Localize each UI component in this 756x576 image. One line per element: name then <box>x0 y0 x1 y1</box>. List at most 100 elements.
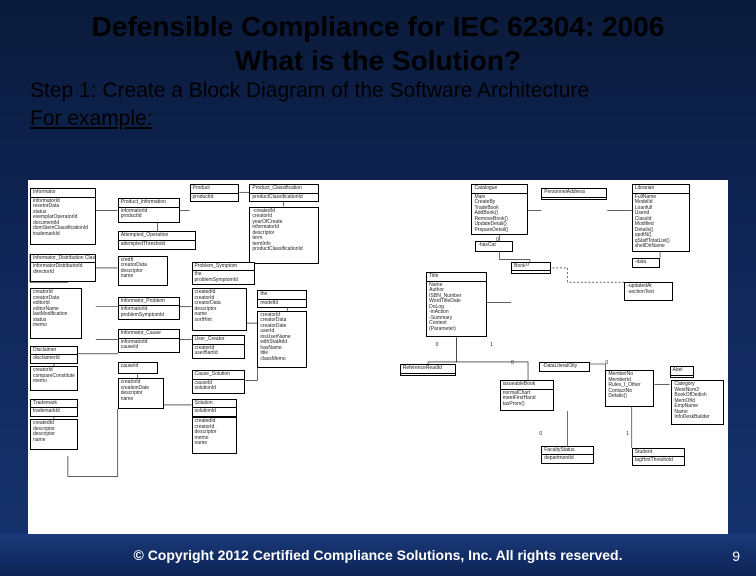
uml-box-informator: InformatorinformatorId resetorData statu… <box>30 188 96 245</box>
uml-box-solution: SolutionsolutionId <box>192 399 238 417</box>
uml-box-body: informatorId problemSymptomId <box>119 306 179 319</box>
uml-box-body: MemberNo MemberId Rules_I_Other ContactN… <box>606 371 653 401</box>
uml-box-solution_detail: createdId creatorId descriptor memo name <box>192 417 238 454</box>
uml-box-header: Solution <box>193 400 237 409</box>
slide-title: Defensible Compliance for IEC 62304: 200… <box>0 0 756 77</box>
uml-box-header: Informator_Problem <box>119 298 179 307</box>
diagram-label: 0 <box>605 360 608 366</box>
uml-box-header: Catalogue <box>472 185 527 194</box>
uml-box-body: creatorId creatorData editorId editorNam… <box>31 289 81 330</box>
uml-box-trademark_detail: createdId descriptor descriptor name <box>30 419 78 450</box>
uml-box-body: -data <box>633 259 659 267</box>
uml-box-header: Product <box>191 185 239 194</box>
uml-box-problem_symptom: Problem_Symptomthe problemSymptomId <box>192 262 256 286</box>
uml-box-body: departmentId <box>542 455 593 463</box>
uml-box-body: creatorId creationDate descriptor name <box>119 379 163 403</box>
diagram-label: 0 <box>436 342 439 348</box>
uml-box-header: Abel <box>671 367 694 376</box>
uml-box-header: Book <box>512 263 550 272</box>
uml-box-body: disclaimerId <box>31 355 77 363</box>
uml-box-model_detail: creatorId creatorData creatorDate userId… <box>257 311 307 368</box>
uml-box-body: informatorDistributorId directorId <box>31 263 95 276</box>
page-number: 9 <box>732 548 740 564</box>
uml-box-the_model: themodelId <box>257 290 307 308</box>
uml-box-referencereadid: ReferenceReadId <box>400 364 457 376</box>
diagram-label: 0 <box>526 262 529 268</box>
uml-box-body: Category WestNom2 BookOfDedish MemOfId E… <box>672 381 723 422</box>
uml-box-header: Librarian <box>633 185 689 194</box>
uml-box-user_creator: User_CreatorcreatorId userBartId <box>192 335 246 359</box>
uml-box-header: Cause_Solution <box>193 371 245 380</box>
uml-box-librarian: LibrarianFullName ModelId Loanfull Useri… <box>632 184 690 252</box>
diagram-label: 0 <box>539 431 542 437</box>
uml-box-updtd: -updatedAt -sectionText <box>624 282 673 300</box>
uml-box-header: Product_Classification <box>250 185 318 194</box>
diagram-label: 0 <box>496 237 499 243</box>
uml-box-symptom_detail: createdId creatorId creatorData descript… <box>192 288 248 331</box>
uml-box-body: informatorId productId <box>119 208 179 221</box>
uml-box-header: Informator <box>31 189 95 198</box>
uml-box-product_information: Product_InformationinformatorId productI… <box>118 198 180 223</box>
uml-box-cred_block: credIt creatorData descriptor name <box>118 256 168 287</box>
step-text: Step 1: Create a Block Diagram of the So… <box>0 77 756 103</box>
uml-box-student: StudenttagHintThreshold <box>632 448 685 466</box>
uml-box-dash: -data <box>632 258 660 268</box>
uml-box-body: normalChart meetFirstHand taxProm() <box>501 390 554 409</box>
uml-box-header: Problem_Symptom <box>193 263 255 272</box>
diagram-right: CatalogueMain CreateBy TradeBook AddBook… <box>379 180 728 548</box>
uml-box-body: createdId creatorId descriptor memo name <box>193 418 237 448</box>
uml-box-body: Main CreateBy TradeBook AddBook() Remove… <box>472 194 527 235</box>
uml-box-body: trademarkId <box>31 408 77 416</box>
uml-box-catalogue: CatalogueMain CreateBy TradeBook AddBook… <box>471 184 528 235</box>
uml-box-cause: causeId <box>118 362 158 374</box>
uml-box-attempted_operation: Attempted_OperationattemptedThreshold <box>118 231 196 249</box>
uml-box-disclaimer: DisclaimerdisclaimerId <box>30 346 78 364</box>
uml-box-distribution_details: creatorId creatorData editorId editorNam… <box>30 288 82 339</box>
uml-box-abel: Abel <box>670 366 695 378</box>
uml-box-header: Informator_Distribution Classification <box>31 255 95 264</box>
diagram-label: 1 <box>490 342 493 348</box>
uml-box-issueablebook: issueableBooknormalChart meetFirstHand t… <box>500 380 555 411</box>
uml-box-body: Name Author ISBN_Number WordTitleDate Do… <box>427 282 485 334</box>
uml-box-cause_solution: Cause_SolutioncauseId solutionId <box>192 370 246 394</box>
uml-box-body: attemptedThreshold <box>119 241 195 249</box>
uml-box-header: the <box>258 291 306 300</box>
uml-box-facultystatus: FacultyStatusdepartmentId <box>541 446 594 464</box>
uml-box-informator_cause: Informator_CauseinformatorId causeId <box>118 329 180 353</box>
uml-box-body: -updatedAt -sectionText <box>625 283 672 296</box>
uml-box-body: -hasCat <box>476 242 512 250</box>
uml-box-body: -createdId creatorId yearOfCreate inform… <box>250 208 318 254</box>
uml-box-title_box: TitleName Author ISBN_Number WordTitleDa… <box>426 272 486 337</box>
uml-box-body: creatorId compareConstitute memo <box>31 367 77 386</box>
footer-bar: © Copyright 2012 Certified Compliance So… <box>0 534 756 576</box>
diagram-label: 1 <box>626 431 629 437</box>
uml-box-header: User_Creator <box>193 336 245 345</box>
uml-box-body: the problemSymptomId <box>193 271 255 284</box>
uml-box-body: informatorId resetorData status exemplar… <box>31 198 95 239</box>
uml-box-body: createdId descriptor descriptor name <box>31 420 77 444</box>
diagram-area: InformatorinformatorId resetorData statu… <box>28 180 728 548</box>
uml-box-body: credIt creatorData descriptor name <box>119 257 167 281</box>
uml-box-hascat: -hasCat <box>475 241 513 251</box>
uml-box-member: MemberNo MemberId Rules_I_Other ContactN… <box>605 370 654 407</box>
uml-box-product_classification: Product_ClassificationproductClassificat… <box>249 184 319 202</box>
uml-box-body: productId <box>191 194 239 202</box>
uml-box-body: createdId creatorId creatorData descript… <box>193 289 247 324</box>
uml-box-disclaimer_detail: creatorId compareConstitute memo <box>30 366 78 391</box>
uml-box-body: modelId <box>258 300 306 308</box>
uml-box-header: FacultyStatus <box>542 447 593 456</box>
uml-box-product: ProductproductId <box>190 184 240 202</box>
footer-text: © Copyright 2012 Certified Compliance So… <box>133 547 622 564</box>
uml-box-body: creatorId userBartId <box>193 345 245 358</box>
uml-box-book: Book <box>511 262 551 274</box>
uml-box-header: Title <box>427 273 485 282</box>
uml-box-header: Product_Information <box>119 199 179 208</box>
uml-box-body: causeId <box>119 363 157 371</box>
example-label: For example: <box>0 103 756 131</box>
uml-box-header: ReferenceReadId <box>401 365 456 374</box>
uml-box-informator_problem: Informator_ProbleminformatorId problemSy… <box>118 297 180 321</box>
uml-box-header: Trademark <box>31 400 77 409</box>
uml-box-header: Student <box>633 449 684 458</box>
uml-box-body: tagHintThreshold <box>633 457 684 465</box>
uml-box-trademark: TrademarktrademarkId <box>30 399 78 417</box>
